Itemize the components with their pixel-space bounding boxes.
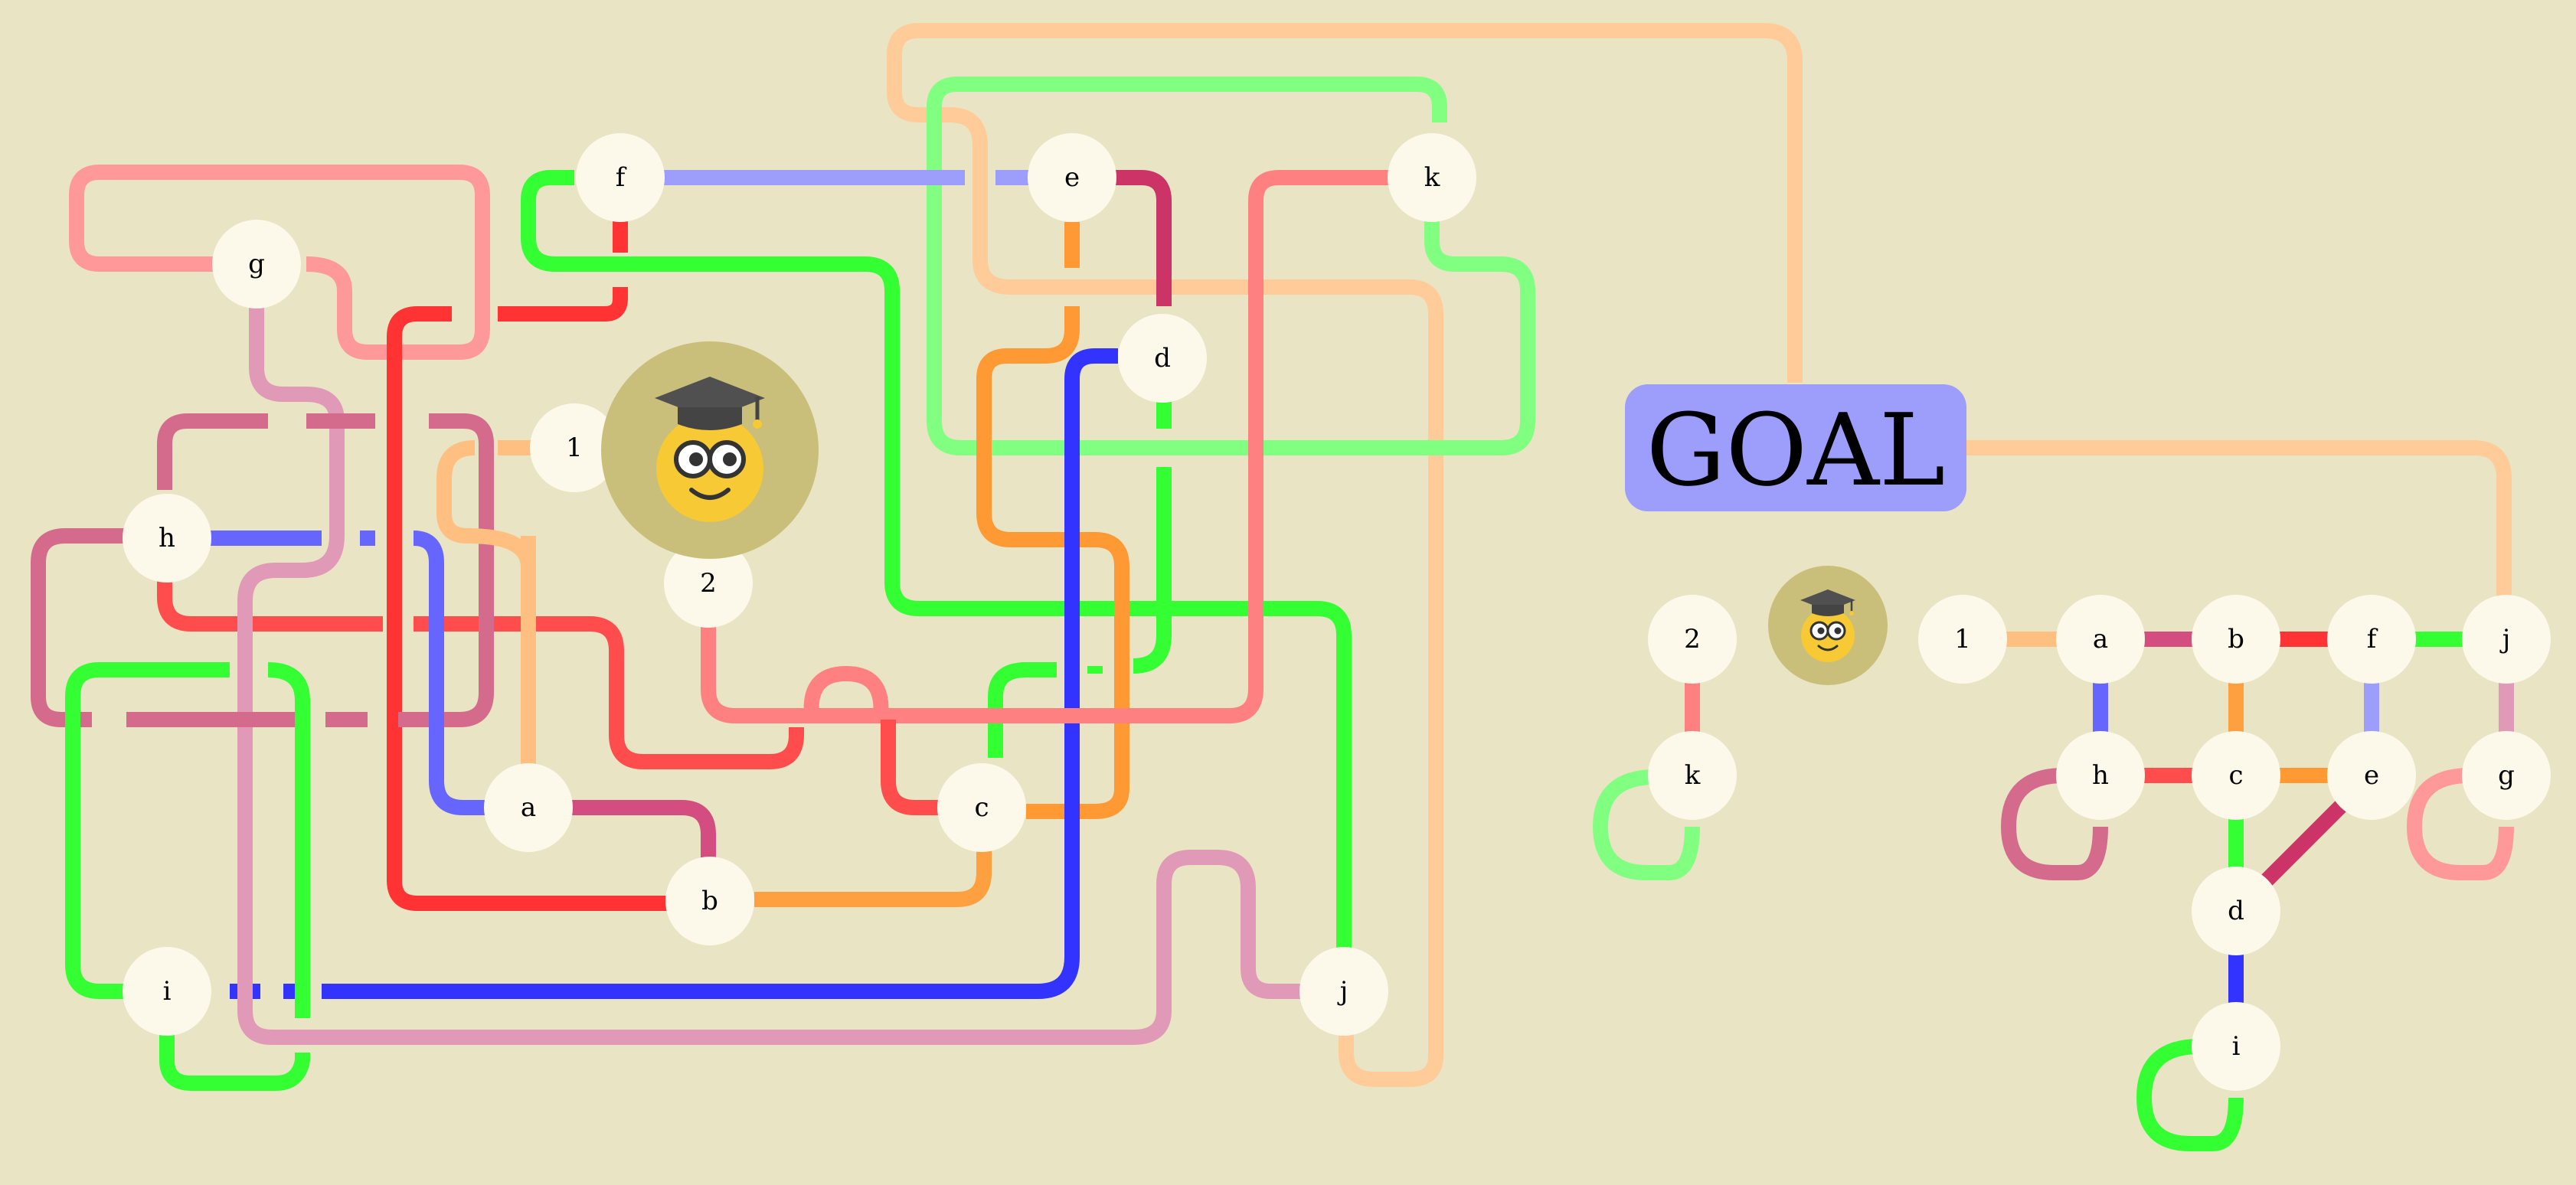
maze-node-h[interactable]: h: [123, 494, 211, 583]
legend-node-d: d: [2192, 867, 2280, 955]
legend-node-i-label: i: [2232, 1031, 2241, 1062]
legend-edges: [1592, 632, 2514, 1151]
legend-graduate-avatar-icon: [1800, 589, 1855, 662]
legend-node-c-label: c: [2228, 760, 2243, 791]
goal-label: GOAL: [1646, 392, 1946, 508]
maze-node-j[interactable]: j: [1299, 947, 1388, 1036]
legend-node-2-label: 2: [1684, 624, 1701, 655]
legend-node-d-label: d: [2228, 896, 2244, 926]
maze-node-i-label: i: [163, 976, 172, 1007]
track-orange-bc: [754, 842, 992, 907]
maze-node-d-label: d: [1154, 343, 1171, 374]
maze-node-e-label: e: [1064, 162, 1080, 193]
maze-node-g[interactable]: g: [212, 220, 301, 308]
maze-node-a-label: a: [521, 792, 536, 823]
legend-node-e-label: e: [2364, 760, 2379, 791]
legend-node-k: k: [1648, 731, 1737, 820]
maze-node-d[interactable]: d: [1118, 314, 1207, 403]
legend-node-a-label: a: [2093, 624, 2108, 655]
legend-node-1-label: 1: [1954, 624, 1971, 655]
legend-node-i: i: [2192, 1002, 2280, 1091]
maze-node-k[interactable]: k: [1388, 133, 1476, 222]
legend-node-f: f: [2327, 595, 2416, 684]
legend-node-a: a: [2056, 595, 2145, 684]
legend-node-h-label: h: [2092, 760, 2109, 791]
maze-node-c[interactable]: c: [937, 763, 1026, 852]
legend-node-j: j: [2462, 595, 2551, 684]
maze-node-1-label: 1: [566, 433, 583, 463]
maze-node-k-label: k: [1424, 162, 1440, 193]
legend-node-1: 1: [1918, 595, 2007, 684]
legend-node-c: c: [2192, 731, 2280, 820]
maze-node-c-label: c: [974, 792, 989, 823]
legend-node-g: g: [2462, 731, 2551, 820]
legend-avatar: [1768, 566, 1888, 685]
maze-puzzle: f e k g d 1 2 h a c b i j GOAL 2 k 1 a b…: [31, 23, 2551, 1151]
maze-node-e[interactable]: e: [1028, 133, 1116, 222]
maze-node-b[interactable]: b: [665, 857, 754, 945]
legend-node-b: b: [2192, 595, 2280, 684]
maze-node-2-label: 2: [700, 568, 717, 599]
maze-node-h-label: h: [159, 523, 175, 553]
legend-node-g-label: g: [2498, 760, 2515, 791]
legend-node-e: e: [2327, 731, 2416, 820]
maze-tracks: [31, 23, 2512, 1091]
maze-node-f[interactable]: f: [576, 133, 665, 222]
track-peach-goal-right: [1960, 440, 2512, 605]
legend-node-b-label: b: [2228, 624, 2244, 655]
maze-node-b-label: b: [701, 886, 718, 916]
legend-node-h: h: [2056, 731, 2145, 820]
maze-node-i[interactable]: i: [123, 947, 211, 1036]
legend-node-k-label: k: [1685, 760, 1701, 791]
maze-node-g-label: g: [248, 249, 265, 279]
maze-avatar: [601, 341, 819, 559]
graduate-avatar-icon: [655, 377, 765, 522]
maze-node-a[interactable]: a: [484, 763, 573, 852]
legend-node-2: 2: [1648, 595, 1737, 684]
goal-box: GOAL: [1625, 384, 1966, 511]
